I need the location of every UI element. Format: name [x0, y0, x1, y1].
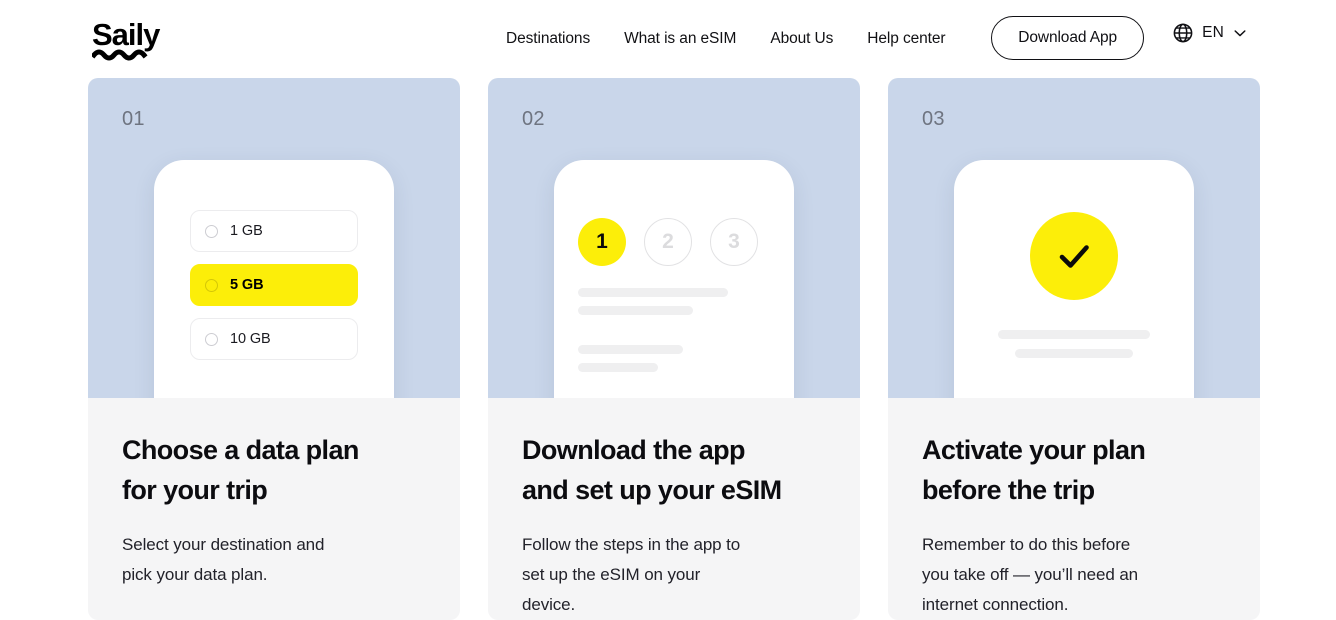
page-root: Saily Destinations What is an eSIM About… — [0, 0, 1336, 620]
how-it-works-cards: 01 1 GB 5 GB 10 GB Choose a data plan fo… — [0, 78, 1336, 620]
check-icon — [1059, 245, 1089, 268]
chevron-down-icon — [1234, 30, 1246, 37]
step-card-body-03: Activate your plan before the trip Remem… — [888, 398, 1260, 620]
step-number-02: 02 — [522, 108, 545, 130]
nav-item-about-us[interactable]: About Us — [770, 31, 833, 47]
setup-step-1[interactable]: 1 — [578, 218, 626, 266]
skeleton-line — [578, 306, 693, 315]
step-illustration-02: 02 1 2 3 — [488, 78, 860, 398]
success-badge — [1030, 212, 1118, 300]
step-card-description: Remember to do this before you take off … — [922, 535, 1139, 614]
step-card-03: 03 Activate your plan before the trip Re… — [888, 78, 1260, 620]
step-number-03: 03 — [922, 108, 945, 130]
step-card-title: Download the app and set up your eSIM — [522, 435, 782, 505]
step-card-body-02: Download the app and set up your eSIM Fo… — [488, 398, 860, 620]
nav-item-what-is-an-esim[interactable]: What is an eSIM — [624, 31, 736, 47]
skeleton-line — [578, 345, 683, 354]
plan-option-5gb[interactable]: 5 GB — [190, 264, 358, 306]
plan-option-1gb[interactable]: 1 GB — [190, 210, 358, 252]
radio-icon — [205, 224, 218, 238]
plan-option-list: 1 GB 5 GB 10 GB — [190, 210, 358, 360]
setup-step-2[interactable]: 2 — [644, 218, 692, 266]
skeleton-line — [578, 363, 658, 372]
skeleton-line — [998, 330, 1150, 339]
saily-logo[interactable]: Saily — [92, 17, 192, 61]
setup-step-indicator: 1 2 3 — [578, 218, 758, 266]
step-card-01: 01 1 GB 5 GB 10 GB Choose a data plan fo… — [88, 78, 460, 620]
language-code: EN — [1202, 24, 1224, 41]
phone-mockup-03 — [954, 160, 1194, 398]
skeleton-group-1 — [578, 288, 728, 315]
nav-item-help-center[interactable]: Help center — [867, 31, 945, 47]
download-app-button[interactable]: Download App — [991, 16, 1144, 60]
main-nav: Destinations What is an eSIM About Us He… — [506, 0, 946, 78]
step-illustration-03: 03 — [888, 78, 1260, 398]
skeleton-line — [1015, 349, 1133, 358]
plan-option-label: 1 GB — [230, 223, 263, 239]
plan-option-label: 5 GB — [230, 277, 264, 293]
radio-icon — [205, 278, 218, 292]
nav-item-destinations[interactable]: Destinations — [506, 31, 590, 47]
step-card-02: 02 1 2 3 Download the app and set up you… — [488, 78, 860, 620]
step-card-description: Follow the steps in the app to set up th… — [522, 535, 741, 614]
step-card-title: Activate your plan before the trip — [922, 435, 1146, 505]
svg-text:Saily: Saily — [92, 17, 161, 52]
radio-icon — [205, 332, 218, 346]
step-illustration-01: 01 1 GB 5 GB 10 GB — [88, 78, 460, 398]
plan-option-label: 10 GB — [230, 331, 271, 347]
skeleton-line — [578, 288, 728, 297]
step-number-01: 01 — [122, 108, 145, 130]
skeleton-group-2 — [578, 345, 683, 372]
setup-step-3[interactable]: 3 — [710, 218, 758, 266]
globe-icon — [1173, 23, 1193, 43]
plan-option-10gb[interactable]: 10 GB — [190, 318, 358, 360]
step-card-body-01: Choose a data plan for your trip Select … — [88, 398, 460, 620]
language-selector[interactable]: EN — [1172, 22, 1248, 44]
phone-mockup-02: 1 2 3 — [554, 160, 794, 398]
step-card-description: Select your destination and pick your da… — [122, 535, 325, 584]
phone-mockup-01: 1 GB 5 GB 10 GB — [154, 160, 394, 398]
skeleton-group-center — [954, 330, 1194, 358]
step-card-title: Choose a data plan for your trip — [122, 435, 359, 505]
site-header: Saily Destinations What is an eSIM About… — [0, 0, 1336, 78]
